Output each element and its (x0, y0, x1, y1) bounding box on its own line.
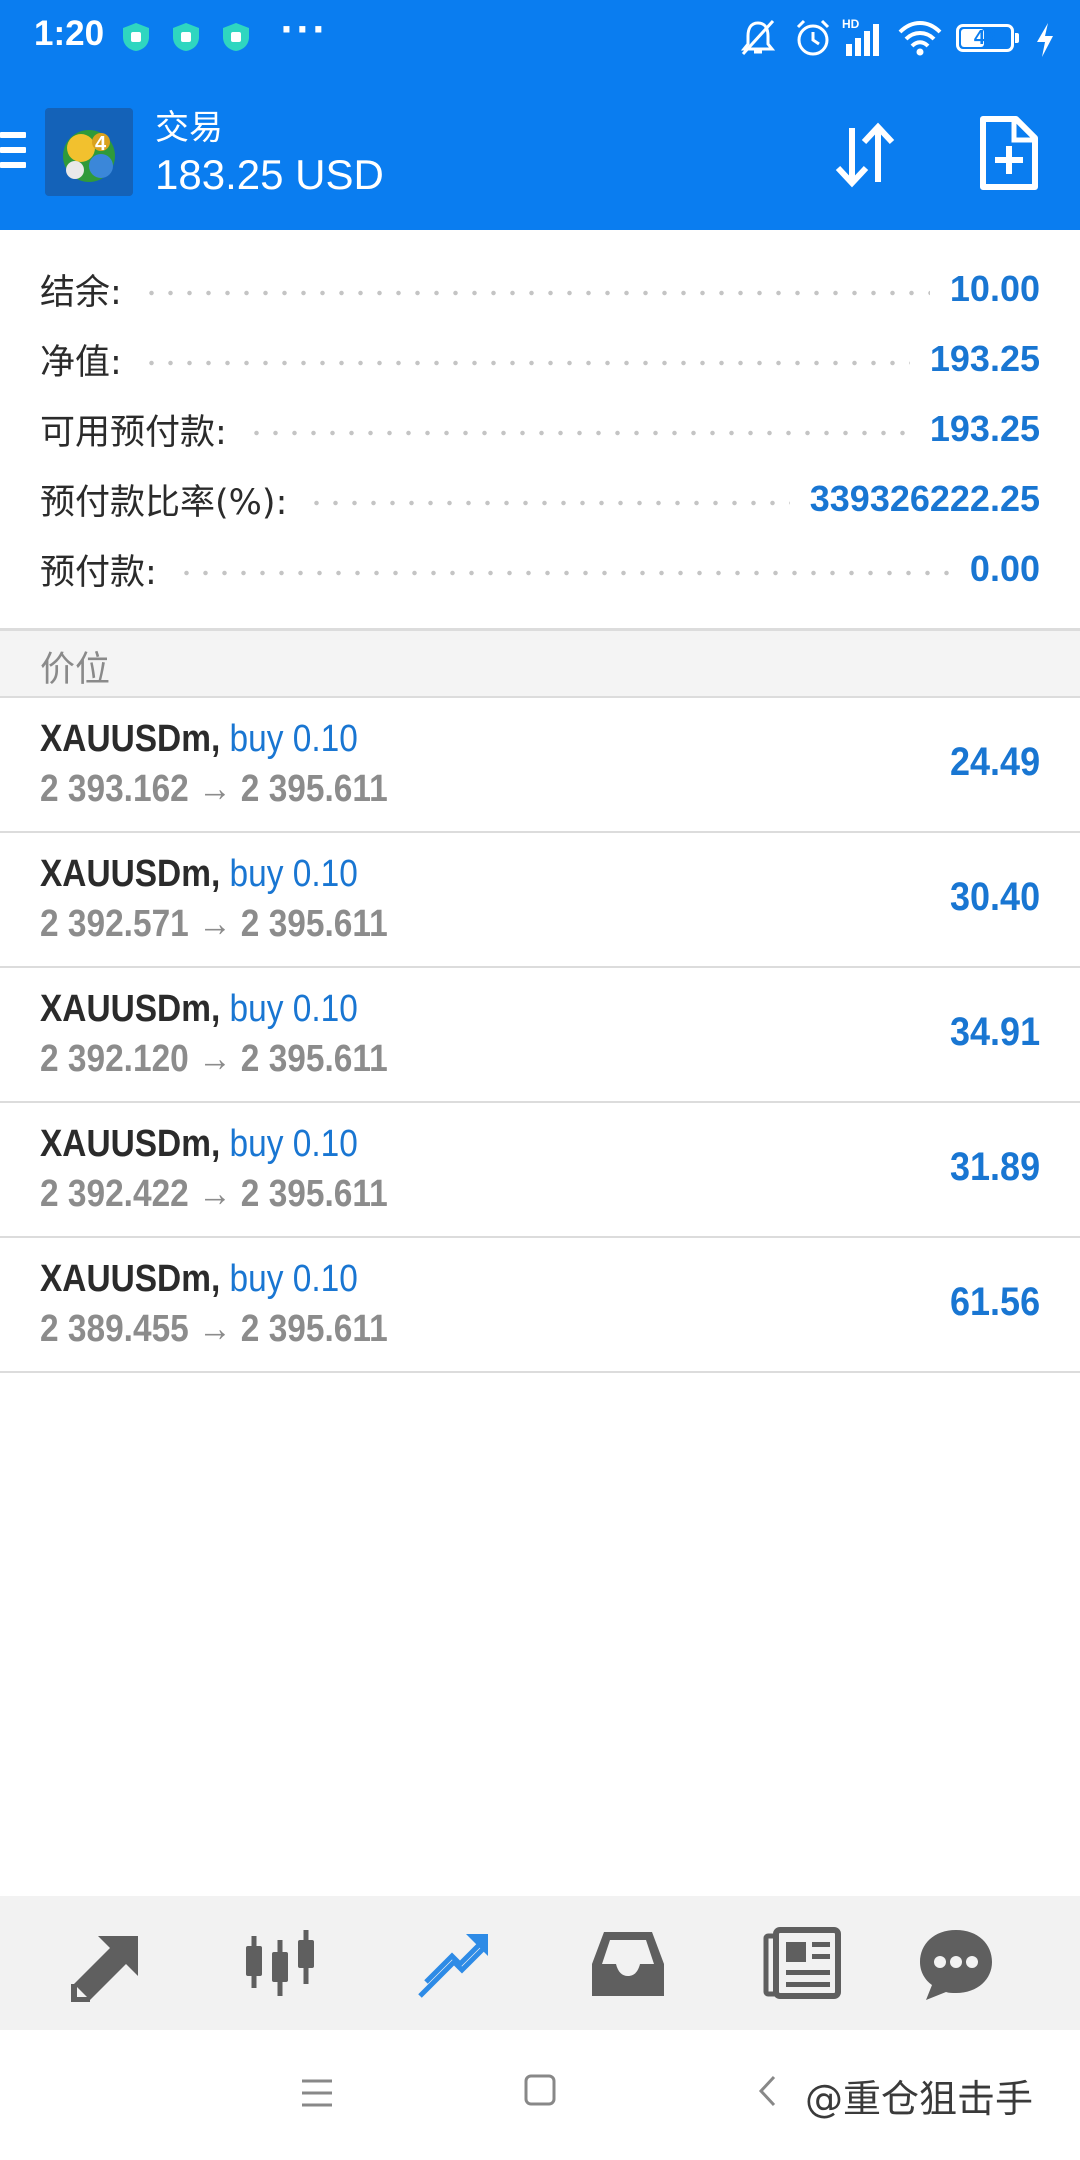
position-row[interactable]: XAUUSDm, buy 0.10 2 392.571 → 2 395.611 … (0, 833, 1080, 968)
positions-list: XAUUSDm, buy 0.10 2 393.162 → 2 395.611 … (0, 698, 1080, 1373)
summary-label: 结余: (40, 272, 122, 313)
shield-icon (123, 23, 149, 51)
summary-label: 预付款: (40, 552, 157, 593)
positions-section-header: 价位 (0, 628, 1080, 698)
quotes-arrows-icon[interactable] (68, 1926, 148, 2002)
top-bar: 1:20 ··· HD 43 4 交易 183.25 USD (0, 0, 1080, 230)
battery-level: 43 (973, 27, 997, 49)
summary-label: 净值: (40, 342, 122, 383)
alarm-icon (796, 19, 830, 56)
dotted-leader (307, 500, 790, 506)
back-icon[interactable] (756, 2074, 778, 2108)
news-icon[interactable] (762, 1926, 842, 2002)
position-side-volume: buy 0.10 (229, 718, 358, 760)
summary-row-margin-level: 预付款比率(%): 339326222.25 (40, 464, 1040, 534)
watermark: @重仓狙击手 (805, 2068, 1033, 2123)
section-title: 价位 (40, 650, 111, 690)
arrow-icon: → (198, 903, 232, 945)
chat-bubble-icon[interactable] (916, 1926, 996, 2002)
summary-row-free-margin: 可用预付款: 193.25 (40, 394, 1040, 464)
metatrader-logo[interactable]: 4 (45, 108, 133, 196)
position-row[interactable]: XAUUSDm, buy 0.10 2 389.455 → 2 395.611 … (0, 1238, 1080, 1373)
summary-row-balance: 结余: 10.00 (40, 254, 1040, 324)
new-order-icon[interactable] (978, 116, 1038, 190)
current-price: 2 395.611 (240, 903, 388, 945)
dotted-leader (141, 360, 910, 366)
app-bar: 4 交易 183.25 USD (0, 78, 1080, 230)
home-icon[interactable] (524, 2074, 556, 2108)
page-title: 交易 (155, 108, 223, 148)
current-price: 2 395.611 (240, 1173, 388, 1215)
current-price: 2 395.611 (240, 1038, 388, 1080)
position-row[interactable]: XAUUSDm, buy 0.10 2 393.162 → 2 395.611 … (0, 698, 1080, 833)
history-inbox-icon[interactable] (588, 1926, 668, 2002)
open-price: 2 392.120 (40, 1038, 189, 1080)
position-row[interactable]: XAUUSDm, buy 0.10 2 392.120 → 2 395.611 … (0, 968, 1080, 1103)
position-profit: 31.89 (949, 1145, 1040, 1189)
dotted-leader (246, 430, 910, 436)
summary-value: 0.00 (969, 548, 1040, 589)
dotted-leader (176, 570, 950, 576)
open-price: 2 389.455 (40, 1308, 189, 1350)
candlestick-chart-icon[interactable] (240, 1926, 320, 2002)
wifi-icon (898, 21, 942, 56)
open-price: 2 392.571 (40, 903, 189, 945)
battery-icon: 43 (956, 24, 1019, 52)
summary-value: 339326222.25 (809, 478, 1040, 519)
open-price: 2 392.422 (40, 1173, 189, 1215)
position-side-volume: buy 0.10 (229, 853, 358, 895)
charging-icon (1037, 23, 1053, 57)
position-profit: 24.49 (949, 740, 1040, 784)
position-symbol: XAUUSDm, (40, 1258, 221, 1300)
arrow-icon: → (198, 1038, 232, 1080)
position-symbol: XAUUSDm, (40, 853, 221, 895)
summary-label: 预付款比率(%): (40, 482, 288, 523)
trade-trend-icon[interactable] (414, 1926, 494, 2002)
status-time: 1:20 (34, 14, 105, 53)
open-price: 2 393.162 (40, 768, 189, 810)
position-profit: 34.91 (949, 1010, 1040, 1054)
more-dots-icon: ··· (280, 10, 328, 50)
current-price: 2 395.611 (240, 1308, 388, 1350)
status-bar: 1:20 ··· HD 43 (0, 0, 1080, 78)
account-summary: 结余: 10.00 净值: 193.25 可用预付款: 193.25 预付款比率… (0, 230, 1080, 630)
bottom-navigation (0, 1896, 1080, 2030)
account-balance-header: 183.25 USD (155, 151, 384, 198)
recent-apps-icon[interactable] (300, 2078, 334, 2108)
summary-label: 可用预付款: (40, 412, 227, 453)
svg-text:4: 4 (95, 133, 107, 155)
position-row[interactable]: XAUUSDm, buy 0.10 2 392.422 → 2 395.611 … (0, 1103, 1080, 1238)
arrow-icon: → (198, 768, 232, 810)
position-profit: 61.56 (949, 1280, 1040, 1324)
summary-value: 10.00 (949, 268, 1040, 309)
shield-icon (173, 23, 199, 51)
summary-row-margin: 预付款: 0.00 (40, 534, 1040, 604)
watermark-text: @重仓狙击手 (805, 2077, 1034, 2121)
current-price: 2 395.611 (240, 768, 388, 810)
position-profit: 30.40 (949, 875, 1040, 919)
shield-icon (223, 23, 249, 51)
menu-icon[interactable] (0, 132, 26, 176)
system-navigation-bar: @重仓狙击手 (0, 2030, 1080, 2160)
summary-row-equity: 净值: 193.25 (40, 324, 1040, 394)
summary-value: 193.25 (929, 408, 1040, 449)
hd-signal-icon: HD (842, 17, 879, 56)
svg-text:HD: HD (842, 17, 860, 31)
position-symbol: XAUUSDm, (40, 988, 221, 1030)
position-side-volume: buy 0.10 (229, 1123, 358, 1165)
arrow-icon: → (198, 1173, 232, 1215)
position-side-volume: buy 0.10 (229, 988, 358, 1030)
position-side-volume: buy 0.10 (229, 1258, 358, 1300)
position-symbol: XAUUSDm, (40, 1123, 221, 1165)
position-symbol: XAUUSDm, (40, 718, 221, 760)
mute-icon (740, 19, 776, 56)
arrow-icon: → (198, 1308, 232, 1350)
summary-value: 193.25 (929, 338, 1040, 379)
dotted-leader (141, 290, 930, 296)
sort-arrows-icon[interactable] (830, 120, 900, 190)
